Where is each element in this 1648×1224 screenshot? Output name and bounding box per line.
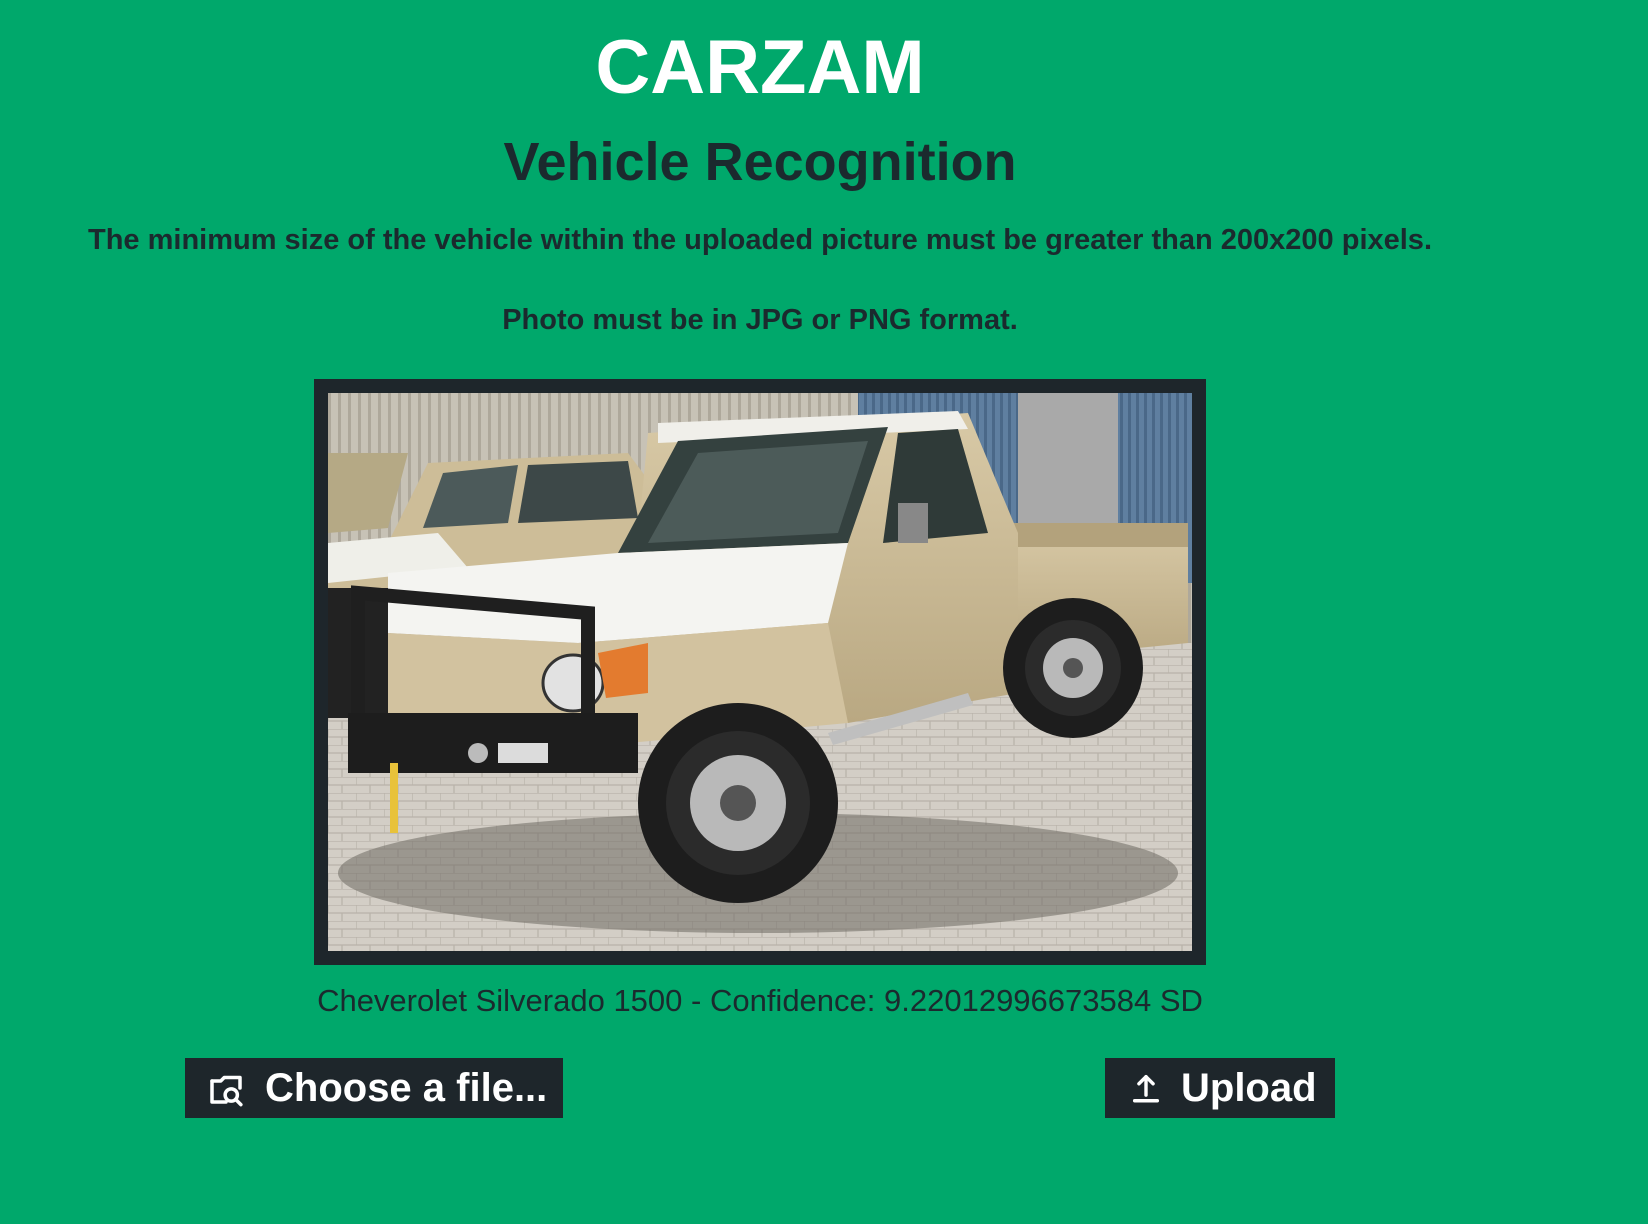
vehicle-photo xyxy=(328,393,1192,951)
upload-label: Upload xyxy=(1181,1065,1317,1110)
format-requirement-note: Photo must be in JPG or PNG format. xyxy=(502,304,1018,336)
recognition-result: Cheverolet Silverado 1500 - Confidence: … xyxy=(317,983,1203,1018)
upload-icon xyxy=(1129,1071,1163,1105)
size-requirement-note: The minimum size of the vehicle within t… xyxy=(87,224,1432,256)
app-title: CARZAM xyxy=(595,25,925,110)
choose-file-button[interactable]: Choose a file... xyxy=(185,1058,563,1118)
choose-file-label: Choose a file... xyxy=(265,1065,548,1110)
image-preview-frame xyxy=(314,379,1206,965)
page-subtitle: Vehicle Recognition xyxy=(503,132,1017,192)
upload-button[interactable]: Upload xyxy=(1105,1058,1335,1118)
file-search-icon xyxy=(205,1067,247,1109)
